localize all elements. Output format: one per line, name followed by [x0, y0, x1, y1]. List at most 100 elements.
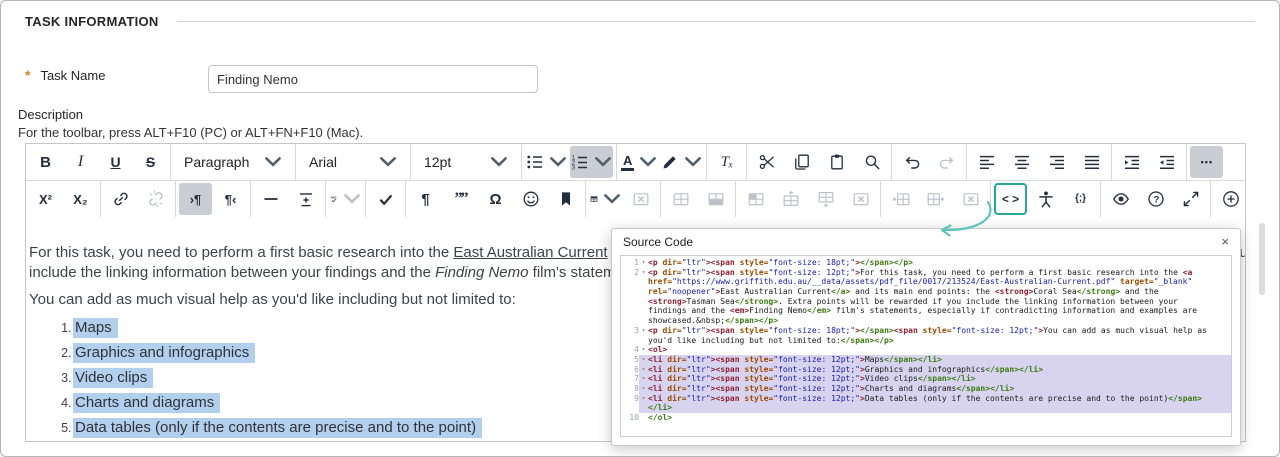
text-color-button[interactable]: A — [620, 146, 658, 178]
task-name-input[interactable] — [208, 65, 538, 93]
code-text[interactable]: href="https://www.griffith.edu.au/__data… — [648, 277, 1231, 287]
numbered-list-chevron-icon[interactable] — [594, 153, 612, 171]
bold-button[interactable]: B — [29, 146, 62, 178]
align-left-button[interactable] — [970, 146, 1003, 178]
code-sample-button[interactable]: {;} — [1064, 183, 1097, 215]
code-text[interactable]: showcased.&nbsp;</span></p> — [648, 316, 1231, 326]
code-text[interactable]: <li dir="ltr"><span style="font-size: 12… — [648, 354, 1231, 365]
font-size-select[interactable]: 12pt — [414, 146, 518, 178]
italic-button[interactable]: I — [64, 146, 97, 178]
code-text[interactable]: <li dir="ltr"><span style="font-size: 12… — [648, 364, 1231, 375]
code-line: 2 ▾ <p dir="ltr"><span style="font-size: 1… — [621, 268, 1231, 278]
strikethrough-button[interactable]: S — [134, 146, 167, 178]
fold-icon[interactable]: ▾ — [639, 258, 648, 268]
close-icon[interactable]: × — [1219, 233, 1231, 250]
code-line: showcased.&nbsp;</span></p> — [621, 316, 1231, 326]
preview-button[interactable] — [1104, 183, 1137, 215]
fold-icon[interactable]: ▾ — [639, 364, 648, 375]
align-right-button[interactable] — [1040, 146, 1073, 178]
subscript-icon: X₂ — [73, 191, 88, 207]
fold-icon[interactable]: ▾ — [639, 268, 648, 278]
highlight-color-button[interactable] — [660, 146, 703, 178]
toolbar-separator — [616, 144, 617, 180]
fold-icon[interactable]: ▾ — [639, 374, 648, 384]
fold-icon[interactable]: ▾ — [639, 326, 648, 336]
cut-button[interactable] — [750, 146, 783, 178]
code-text[interactable]: you'd like including but not limited to:… — [648, 336, 1231, 346]
fold-icon[interactable]: ▾ — [639, 383, 648, 394]
right-to-left-button[interactable]: ¶‹ — [214, 183, 247, 215]
font-family-chevron-icon[interactable] — [379, 153, 397, 171]
code-text[interactable]: <li dir="ltr"><span style="font-size: 12… — [648, 374, 1231, 384]
bullet-list-chevron-icon[interactable] — [549, 153, 567, 171]
line-number — [621, 316, 639, 326]
left-to-right-button[interactable]: ›¶ — [179, 183, 212, 215]
insert-table-chevron-icon[interactable] — [603, 190, 621, 208]
accessibility-checker-button[interactable] — [1029, 183, 1062, 215]
indent-button[interactable] — [1115, 146, 1148, 178]
undo-button[interactable] — [895, 146, 928, 178]
emoticons-button[interactable] — [514, 183, 547, 215]
code-text[interactable]: </li> — [648, 403, 1231, 413]
font-size-chevron-icon[interactable] — [490, 153, 508, 171]
bookmark-button[interactable] — [549, 183, 582, 215]
paragraph-marks-button[interactable]: ¶ — [409, 183, 442, 215]
special-character-button[interactable]: Ω — [479, 183, 512, 215]
merge-cells-button — [699, 183, 732, 215]
code-text[interactable]: <p dir="ltr"><span style="font-size: 12p… — [648, 268, 1231, 278]
highlight-color-chevron-icon[interactable] — [684, 153, 702, 171]
line-number: 4 — [634, 345, 639, 355]
help-button[interactable] — [1139, 183, 1172, 215]
superscript-button[interactable]: X² — [29, 183, 62, 215]
spellcheck-chevron-icon[interactable] — [343, 190, 361, 208]
find-replace-button[interactable] — [855, 146, 888, 178]
inline-link[interactable]: East Australian Current — [453, 244, 607, 261]
source-code-icon: < > — [1001, 192, 1020, 206]
code-text[interactable]: <p dir="ltr"><span style="font-size: 18p… — [648, 326, 1231, 336]
outdent-button[interactable] — [1150, 146, 1183, 178]
add-content-button[interactable] — [1214, 183, 1247, 215]
toolbar-separator — [365, 181, 366, 217]
paragraph-format-chevron-icon[interactable] — [264, 153, 282, 171]
bullet-list-button[interactable] — [525, 146, 568, 178]
horizontal-rule-button[interactable] — [254, 183, 287, 215]
code-text[interactable]: <p dir="ltr"><span style="font-size: 18p… — [648, 258, 1231, 268]
font-family-select[interactable]: Arial — [299, 146, 407, 178]
more-options-button[interactable]: ••• — [1190, 146, 1224, 178]
merge-cells-icon — [707, 190, 725, 208]
scrollbar-thumb[interactable] — [1259, 223, 1265, 295]
blockquote-button[interactable]: ”” — [444, 183, 477, 215]
fold-icon[interactable]: ▾ — [639, 345, 648, 355]
fullscreen-button[interactable] — [1174, 183, 1207, 215]
insert-table-button[interactable] — [589, 183, 622, 215]
fold-icon[interactable]: ▾ — [639, 354, 648, 365]
page-break-button[interactable] — [289, 183, 322, 215]
subscript-button[interactable]: X₂ — [64, 183, 97, 215]
insert-row-below-button — [809, 183, 842, 215]
underline-button[interactable]: U — [99, 146, 132, 178]
paste-button[interactable] — [820, 146, 853, 178]
checkmark-button[interactable] — [369, 183, 402, 215]
justify-button[interactable] — [1075, 146, 1108, 178]
source-code-editor[interactable]: 1 ▾ <p dir="ltr"><span style="font-size: 1… — [620, 255, 1232, 437]
clear-formatting-button[interactable]: Tₓ — [710, 146, 743, 178]
source-code-button[interactable]: < > — [994, 183, 1027, 215]
spellcheck-button[interactable] — [329, 183, 362, 215]
code-text[interactable]: </ol> — [648, 413, 1231, 423]
paragraph-format-select[interactable]: Paragraph — [174, 146, 292, 178]
fold-icon[interactable]: ▾ — [639, 393, 648, 404]
code-text[interactable]: rel="noopener">East Australian Current</… — [648, 287, 1231, 297]
code-text[interactable]: <strong>Tasman Sea</strong>. Extra point… — [648, 297, 1231, 307]
insert-link-button[interactable] — [104, 183, 137, 215]
code-text[interactable]: <ol> — [648, 345, 1231, 355]
align-center-button[interactable] — [1005, 146, 1038, 178]
text-color-chevron-icon[interactable] — [639, 153, 657, 171]
code-text[interactable]: <li dir="ltr"><span style="font-size: 12… — [648, 383, 1231, 394]
copy-button[interactable] — [785, 146, 818, 178]
numbered-list-button[interactable] — [570, 146, 613, 178]
code-text[interactable]: findings and the <em>Finding Nemo</em> f… — [648, 306, 1231, 316]
code-text[interactable]: <li dir="ltr"><span style="font-size: 12… — [648, 393, 1231, 404]
redo-button — [930, 146, 963, 178]
copy-icon — [793, 153, 811, 171]
